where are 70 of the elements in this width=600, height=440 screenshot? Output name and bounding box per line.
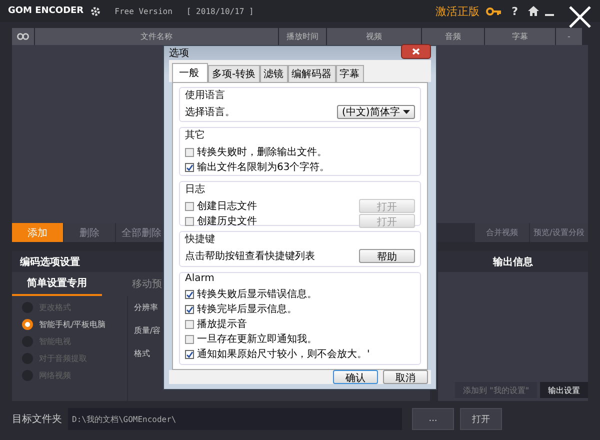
edition-label: Free Version — [114, 6, 172, 16]
open-button[interactable]: 打开 — [460, 408, 502, 430]
close-button[interactable] — [401, 44, 431, 58]
group-title: 快捷键 — [185, 232, 216, 246]
group-title: 其它 — [185, 128, 206, 142]
dialog-button[interactable]: 确认 — [333, 370, 378, 384]
group-title: Alarm — [185, 273, 216, 284]
checkbox-label: 一旦存在更新立即通知我。 — [197, 332, 317, 346]
home-icon[interactable] — [528, 6, 539, 16]
key-icon[interactable] — [486, 6, 502, 16]
field-label: 格式 — [134, 348, 151, 359]
radio-button[interactable] — [22, 319, 33, 330]
dialog-tab[interactable]: 字幕 — [336, 65, 364, 82]
check-icon — [186, 290, 193, 298]
column-header[interactable]: 文件名称 — [35, 28, 278, 45]
checkbox-label: 通知如果原始尺寸较小，则不会放大。' — [197, 348, 370, 361]
checkbox[interactable] — [185, 148, 194, 156]
field-label: 质量/容 — [134, 325, 161, 336]
checkbox-label: 转换失败时，删除输出文件。 — [197, 146, 327, 159]
dialog-tab[interactable]: 一般 — [172, 63, 208, 82]
checkbox-label: 输出文件名限制为63个字符。 — [197, 160, 330, 174]
toolbar-button[interactable]: 合并视频 — [475, 223, 529, 242]
check-icon — [186, 350, 193, 358]
toolbar-button[interactable]: 预览/设置分段 — [530, 223, 588, 242]
column-header[interactable]: 字幕 — [485, 28, 555, 45]
dialog-tab[interactable]: 编解码器 — [288, 65, 336, 82]
checkbox[interactable] — [185, 320, 194, 328]
check-icon — [186, 164, 193, 170]
activate-link[interactable]: 激活正版 — [436, 4, 480, 18]
language-dropdown[interactable]: (中文)简体字 — [337, 105, 415, 119]
dialog-tab[interactable]: 滤镜 — [260, 65, 288, 82]
help-button[interactable]: ? — [508, 4, 522, 18]
checkbox-label: 转换失败后显示错误信息。 — [197, 288, 317, 301]
close-icon — [412, 48, 420, 54]
checkbox[interactable] — [185, 162, 194, 172]
checkbox-label: 创建历史文件 — [197, 214, 257, 228]
check-icon — [186, 306, 193, 312]
option-label: 点击帮助按钮查看快捷键列表 — [185, 250, 315, 263]
checkbox-label: 播放提示音 — [197, 318, 247, 331]
dialog-tab[interactable]: 多项-转换 — [208, 65, 260, 82]
dialog-title: 选项 — [169, 46, 189, 60]
settings-icon[interactable] — [90, 6, 101, 16]
checkbox[interactable] — [185, 290, 194, 298]
app-logo: GOM ENCODER — [8, 6, 84, 16]
field-label: 分辨率 — [134, 302, 159, 313]
column-header[interactable]: 播放时间 — [279, 28, 326, 45]
checkbox[interactable] — [185, 334, 194, 344]
dialog-button[interactable]: 取消 — [383, 370, 428, 384]
path-field[interactable]: D:\我的文档\GOMEncoder\ — [68, 408, 402, 430]
link-icon[interactable] — [17, 33, 29, 40]
checkbox-label: 转换完毕后显示信息。 — [197, 302, 297, 316]
column-header[interactable]: - — [556, 28, 582, 45]
panel-tab[interactable]: 简单设置专用 — [12, 272, 102, 296]
checkbox[interactable] — [185, 304, 194, 314]
help-button[interactable]: 帮助 — [359, 249, 415, 263]
folder-label: 目标文件夹 — [12, 412, 62, 426]
checkbox-label: 创建日志文件 — [197, 200, 257, 213]
panel-title: 输出信息 — [438, 251, 588, 272]
checkbox[interactable] — [185, 350, 194, 358]
group-title: 日志 — [185, 182, 206, 196]
column-header[interactable]: 音频 — [422, 28, 484, 45]
browse-button[interactable]: ... — [412, 408, 454, 430]
close-icon[interactable] — [568, 5, 592, 29]
output-button[interactable]: 输出设置 — [540, 382, 588, 398]
caret-icon — [403, 110, 410, 114]
column-header[interactable]: 视频 — [327, 28, 421, 45]
radio-label: 智能手机/平板电脑 — [39, 319, 106, 330]
option-label: 选择语言。 — [185, 106, 235, 119]
version-date: [ 2018/10/17 ] — [186, 6, 254, 16]
group-title: 使用语言 — [185, 88, 226, 102]
